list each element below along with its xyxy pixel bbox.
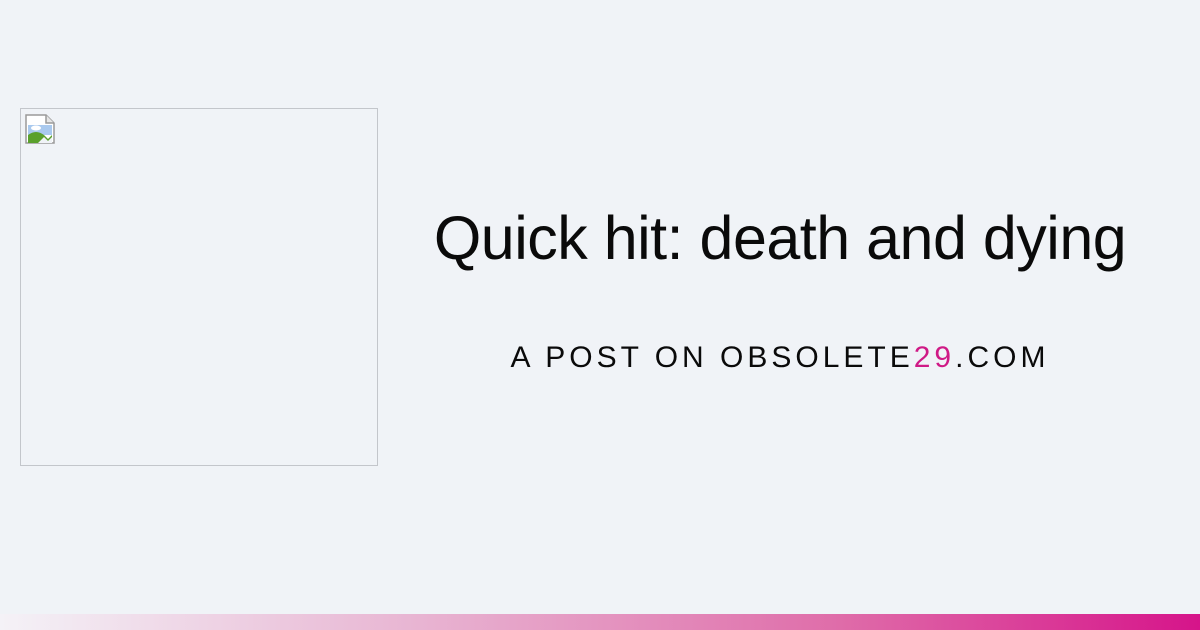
broken-image-icon [25,114,55,144]
social-share-card: Quick hit: death and dying A POST ON OBS… [0,0,1200,630]
post-title: Quick hit: death and dying [433,204,1127,272]
post-source-line: A POST ON OBSOLETE29.COM [380,338,1180,378]
post-thumbnail [20,108,378,466]
source-highlight: 29 [913,341,956,374]
brand-gradient-bar [0,614,1200,630]
source-suffix: .COM [955,341,1050,374]
source-prefix: A POST ON OBSOLETE [510,341,914,374]
